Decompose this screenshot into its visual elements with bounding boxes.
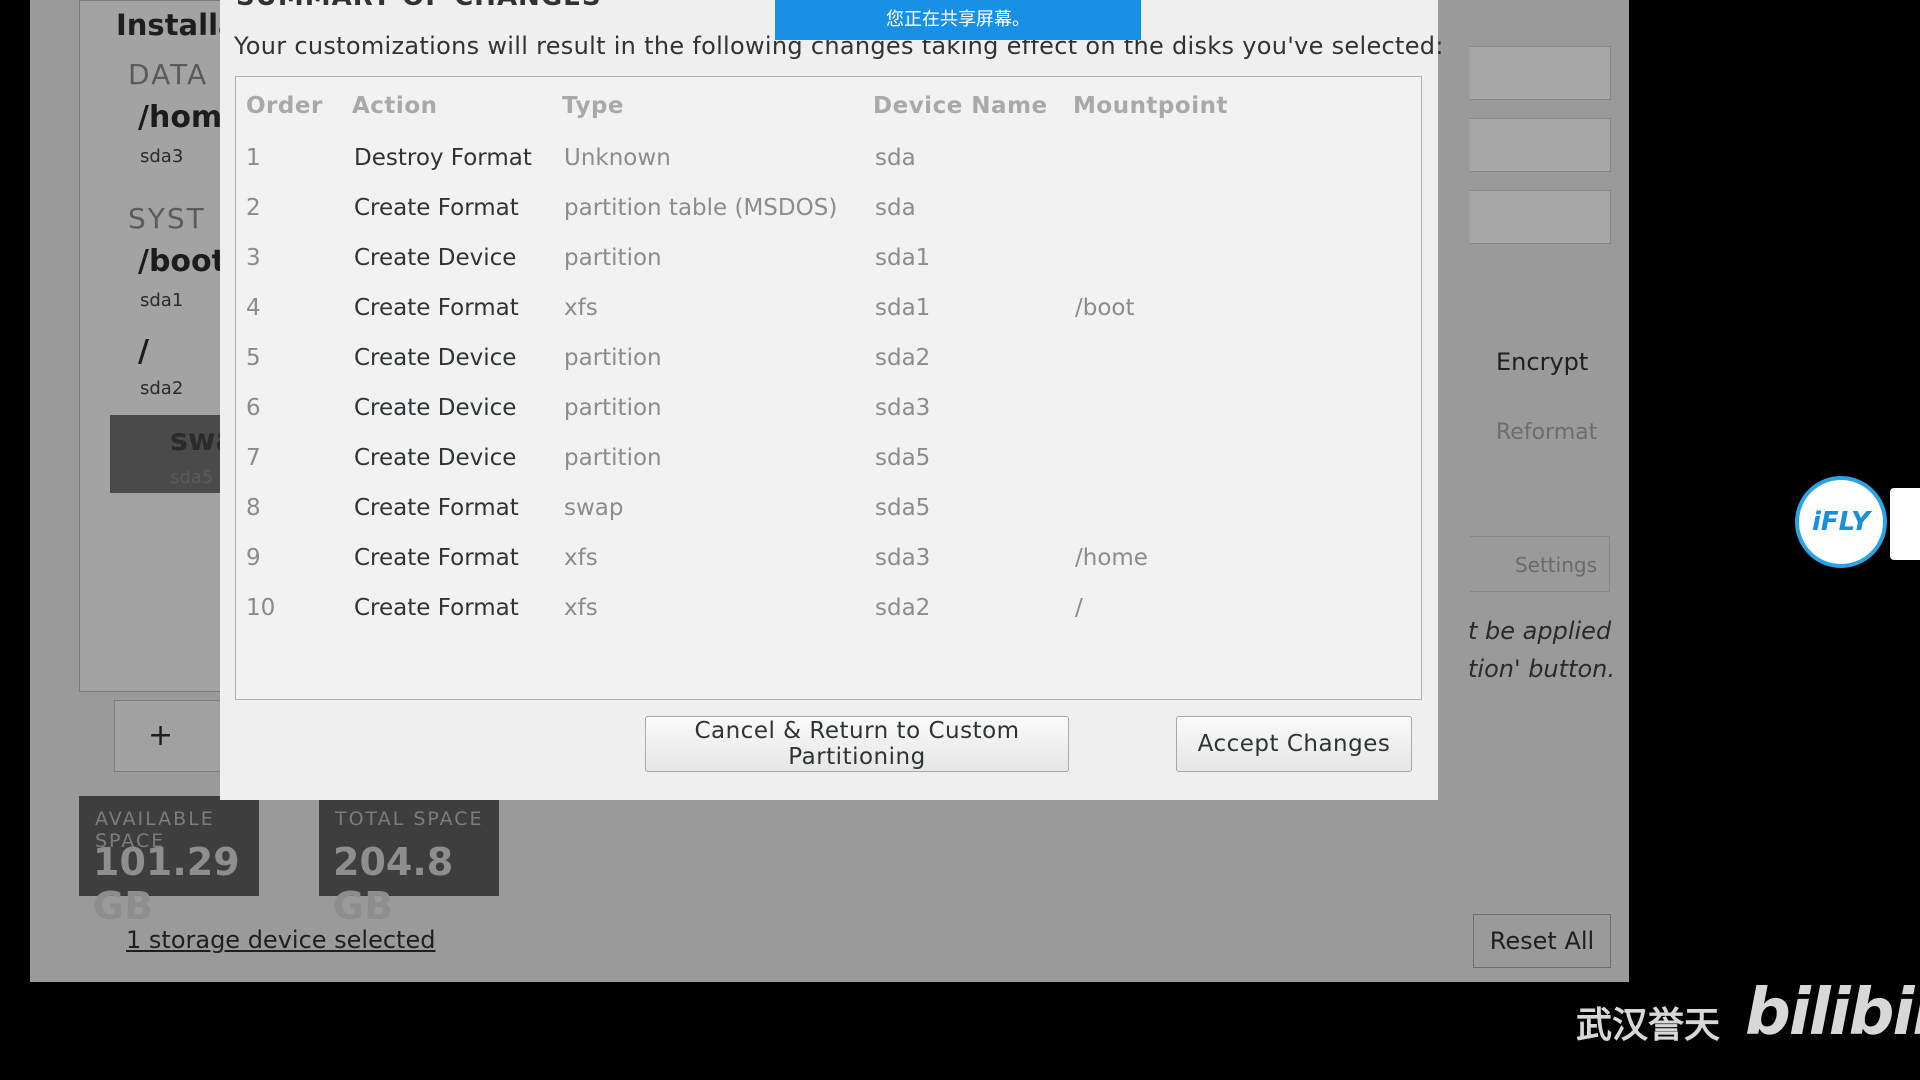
mount-boot-device: sda1 [140,290,184,311]
cell-device: sda3 [875,395,931,421]
summary-of-changes-dialog: SUMMARY OF CHANGES Your customizations w… [220,0,1443,800]
cell-action: Create Format [354,295,519,321]
cell-device: sda [875,145,916,171]
screen-share-banner: 您正在共享屏幕。 [775,0,1141,40]
cell-action: Create Format [354,195,519,221]
table-row[interactable]: 8 Create Format swap sda5 [236,489,1421,529]
table-row[interactable]: 3 Create Device partition sda1 [236,239,1421,279]
cell-action: Create Format [354,595,519,621]
cell-mountpoint: /home [1075,545,1148,571]
cell-order: 9 [246,545,261,571]
cell-device: sda [875,195,916,221]
right-field-2[interactable] [1470,118,1611,172]
mount-swap-device: sda5 [170,467,214,488]
storage-device-link[interactable]: 1 storage device selected [126,926,435,954]
cell-type: partition [564,395,662,421]
ifly-floating-icon[interactable]: iFLY [1795,476,1887,568]
mount-root-device: sda2 [140,378,184,399]
available-space-value: 101.29 GB [93,840,240,928]
cell-action: Create Device [354,445,517,471]
mount-boot-name[interactable]: /boot [138,244,226,279]
ifly-side-tab[interactable] [1890,488,1920,560]
column-header-mountpoint[interactable]: Mountpoint [1073,93,1228,119]
cell-type: partition [564,345,662,371]
cell-order: 1 [246,145,261,171]
cell-action: Create Format [354,545,519,571]
cell-action: Destroy Format [354,145,532,171]
cell-device: sda5 [875,495,931,521]
right-field-3[interactable] [1470,190,1611,244]
cancel-return-button[interactable]: Cancel & Return to Custom Partitioning [645,716,1069,772]
total-space-value: 204.8 GB [333,840,454,928]
dialog-title: SUMMARY OF CHANGES [236,0,602,12]
encrypt-checkbox-label[interactable]: Encrypt [1496,348,1588,376]
apply-note: t be applied tion' button. [1468,612,1615,688]
bilibili-logo: bilibili [1745,976,1920,1050]
cell-type: xfs [564,295,598,321]
cell-order: 7 [246,445,261,471]
cell-device: sda3 [875,545,931,571]
cell-type: partition [564,445,662,471]
cell-type: Unknown [564,145,671,171]
channel-watermark-text: 武汉誉天 [1576,1005,1721,1046]
table-row[interactable]: 2 Create Format partition table (MSDOS) … [236,189,1421,229]
cell-order: 5 [246,345,261,371]
table-row[interactable]: 4 Create Format xfs sda1 /boot [236,289,1421,329]
column-header-action[interactable]: Action [352,93,438,119]
total-space-label: TOTAL SPACE [335,808,484,830]
mount-home-device: sda3 [140,146,184,167]
right-field-1[interactable] [1470,46,1611,100]
cell-order: 4 [246,295,261,321]
cell-order: 10 [246,595,276,621]
cell-device: sda5 [875,445,931,471]
cell-action: Create Device [354,395,517,421]
table-row[interactable]: 5 Create Device partition sda2 [236,339,1421,379]
changes-table: Order Action Type Device Name Mountpoint… [235,76,1422,700]
apply-note-line2: tion' button. [1468,655,1615,683]
cell-order: 3 [246,245,261,271]
cell-type: partition table (MSDOS) [564,195,838,221]
cell-action: Create Format [354,495,519,521]
reset-all-button[interactable]: Reset All [1473,914,1611,968]
cell-type: swap [564,495,624,521]
apply-note-line1: t be applied [1468,617,1612,645]
table-row[interactable]: 6 Create Device partition sda3 [236,389,1421,429]
cell-order: 8 [246,495,261,521]
cell-mountpoint: /boot [1075,295,1135,321]
cell-order: 6 [246,395,261,421]
cell-device: sda2 [875,595,931,621]
add-mount-button[interactable]: + [148,718,173,753]
cell-mountpoint: / [1075,595,1083,621]
available-space-box: AVAILABLE SPACE 101.29 GB [79,796,259,928]
table-row[interactable]: 1 Destroy Format Unknown sda [236,139,1421,179]
reformat-checkbox-label[interactable]: Reformat [1496,420,1597,445]
cell-device: sda1 [875,245,931,271]
cell-order: 2 [246,195,261,221]
column-header-order[interactable]: Order [246,93,323,119]
cell-action: Create Device [354,245,517,271]
settings-button[interactable]: Settings [1470,536,1610,592]
cell-type: xfs [564,545,598,571]
accept-changes-button[interactable]: Accept Changes [1176,716,1412,772]
system-section-label: SYST [128,202,206,235]
table-row[interactable]: 7 Create Device partition sda5 [236,439,1421,479]
table-row[interactable]: 9 Create Format xfs sda3 /home [236,539,1421,579]
cell-action: Create Device [354,345,517,371]
mount-root-name[interactable]: / [138,334,149,369]
column-header-device-name[interactable]: Device Name [873,93,1048,119]
total-space-box: TOTAL SPACE 204.8 GB [319,796,499,928]
mount-home-name[interactable]: /hom [138,100,222,135]
cell-device: sda2 [875,345,931,371]
column-header-type[interactable]: Type [562,93,624,119]
data-section-label: DATA [128,58,209,91]
table-row[interactable]: 10 Create Format xfs sda2 / [236,589,1421,629]
cell-type: partition [564,245,662,271]
cell-type: xfs [564,595,598,621]
cell-device: sda1 [875,295,931,321]
